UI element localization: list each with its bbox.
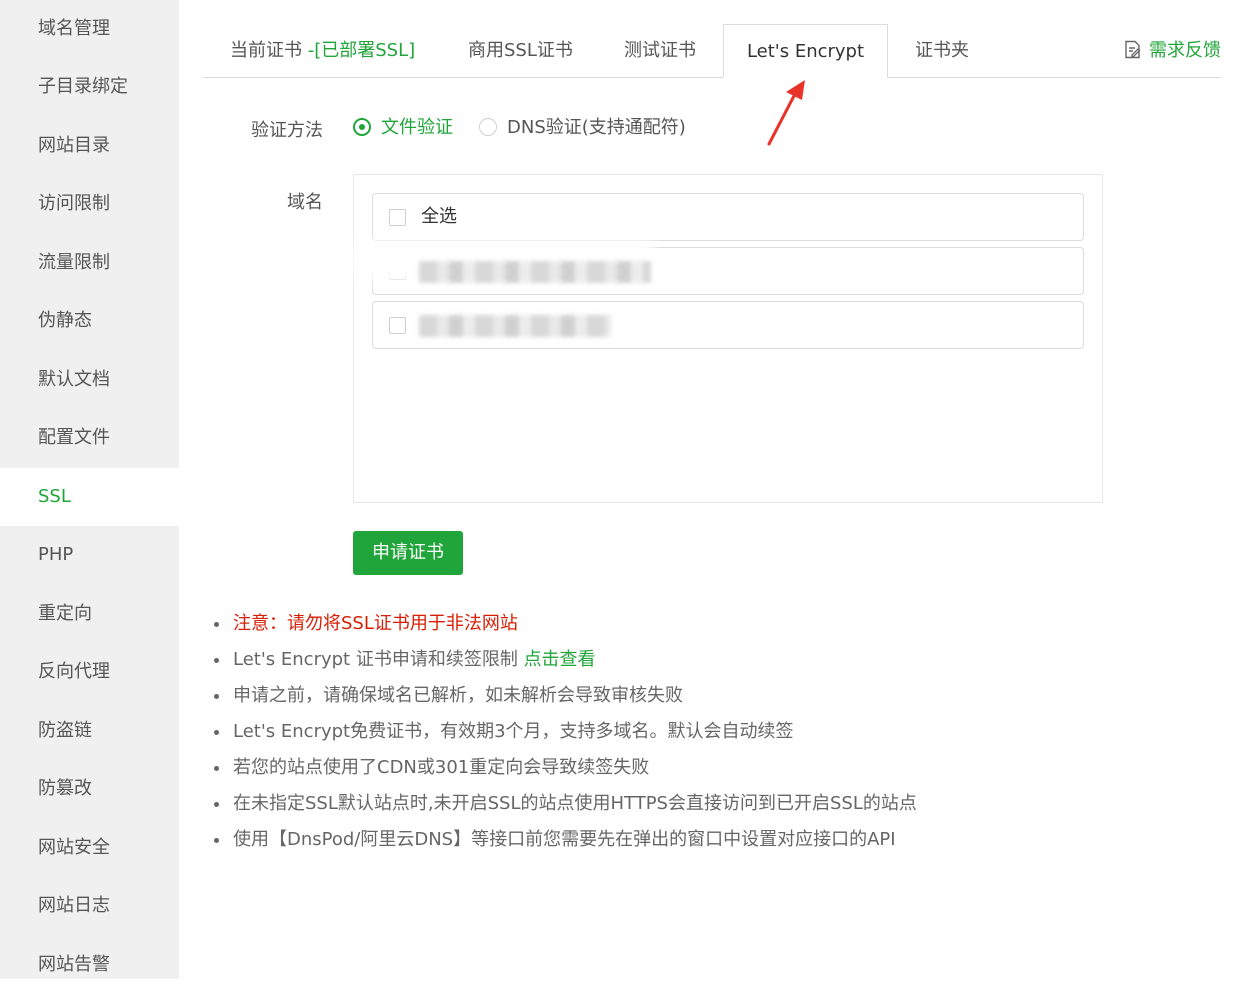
sidebar: 域名管理 子目录绑定 网站目录 访问限制 流量限制 伪静态 默认文档 配置文件 … [0,0,179,979]
sidebar-item-site-security[interactable]: 网站安全 [0,819,179,877]
tip-dns-api: 使用【DnsPod/阿里云DNS】等接口前您需要先在弹出的窗口中设置对应接口的A… [213,822,917,858]
domain-row[interactable] [353,240,1084,295]
sidebar-item-ssl[interactable]: SSL [0,468,179,526]
radio-dns-verify-label: DNS验证(支持通配符) [507,117,686,138]
select-all-label: 全选 [421,206,457,227]
sidebar-item-default-document[interactable]: 默认文档 [0,351,179,409]
sidebar-item-traffic-limit[interactable]: 流量限制 [0,234,179,292]
annotation-arrow [767,80,805,146]
domain-label: 域名 [287,192,323,213]
tab-current-cert[interactable]: 当前证书 -[已部署SSL] [230,24,415,77]
sidebar-item-subdirectory-binding[interactable]: 子目录绑定 [0,58,179,116]
sidebar-item-site-directory[interactable]: 网站目录 [0,117,179,175]
radio-dns-verify[interactable]: DNS验证(支持通配符) [479,116,686,140]
sidebar-item-tamper-protection[interactable]: 防篡改 [0,760,179,818]
sidebar-item-hotlink-protection[interactable]: 防盗链 [0,702,179,760]
domain-row[interactable] [372,301,1084,349]
tip-dns-resolve: 申请之前，请确保域名已解析，如未解析会导致审核失败 [213,678,917,714]
ssl-tab-bar: 当前证书 -[已部署SSL] 商用SSL证书 测试证书 Let's Encryp… [203,24,1221,78]
tip-default-site: 在未指定SSL默认站点时,未开启SSL的站点使用HTTPS会直接访问到已开启SS… [213,786,917,822]
radio-file-verify[interactable]: 文件验证 [353,116,453,140]
tip-cdn: 若您的站点使用了CDN或301重定向会导致续签失败 [213,750,917,786]
select-all-checkbox[interactable] [389,209,406,226]
sidebar-item-domain-management[interactable]: 域名管理 [0,0,179,58]
tab-commercial-ssl[interactable]: 商用SSL证书 [468,24,573,77]
select-all-row[interactable]: 全选 [372,193,1084,241]
view-limits-link[interactable]: 点击查看 [524,649,596,670]
domain-checkbox[interactable] [389,317,406,334]
apply-cert-button[interactable]: 申请证书 [353,531,463,575]
feedback-label: 需求反馈 [1149,40,1221,61]
radio-checked-icon [353,118,371,136]
domain-list: 全选 [353,174,1103,503]
sidebar-item-reverse-proxy[interactable]: 反向代理 [0,643,179,701]
tab-cert-folder[interactable]: 证书夹 [915,24,969,77]
tip-illegal-warning: 注意：请勿将SSL证书用于非法网站 [213,606,917,642]
radio-unchecked-icon [479,118,497,136]
redacted-domain [419,315,611,337]
sidebar-item-access-restriction[interactable]: 访问限制 [0,175,179,233]
ssl-deployed-status: -[已部署SSL] [307,40,416,61]
tab-lets-encrypt[interactable]: Let's Encrypt [723,24,888,78]
tip-free-cert: Let's Encrypt免费证书，有效期3个月，支持多域名。默认会自动续签 [213,714,917,750]
sidebar-item-config-file[interactable]: 配置文件 [0,409,179,467]
tab-current-cert-label: 当前证书 [230,40,302,61]
sidebar-item-redirect[interactable]: 重定向 [0,585,179,643]
tips-list: 注意：请勿将SSL证书用于非法网站 Let's Encrypt 证书申请和续签限… [213,606,917,858]
feedback-link[interactable]: 需求反馈 [1124,24,1221,77]
radio-file-verify-label: 文件验证 [381,117,453,138]
tab-test-cert[interactable]: 测试证书 [624,24,696,77]
redacted-domain [419,261,651,283]
sidebar-item-site-alerts[interactable]: 网站告警 [0,936,179,994]
edit-note-icon [1125,40,1141,59]
sidebar-item-php[interactable]: PHP [0,526,179,584]
tip-rate-limit-text: Let's Encrypt 证书申请和续签限制 [233,649,524,670]
tip-rate-limit: Let's Encrypt 证书申请和续签限制 点击查看 [213,642,917,678]
sidebar-item-site-logs[interactable]: 网站日志 [0,877,179,935]
sidebar-item-rewrite[interactable]: 伪静态 [0,292,179,350]
verify-method-label: 验证方法 [251,120,323,141]
